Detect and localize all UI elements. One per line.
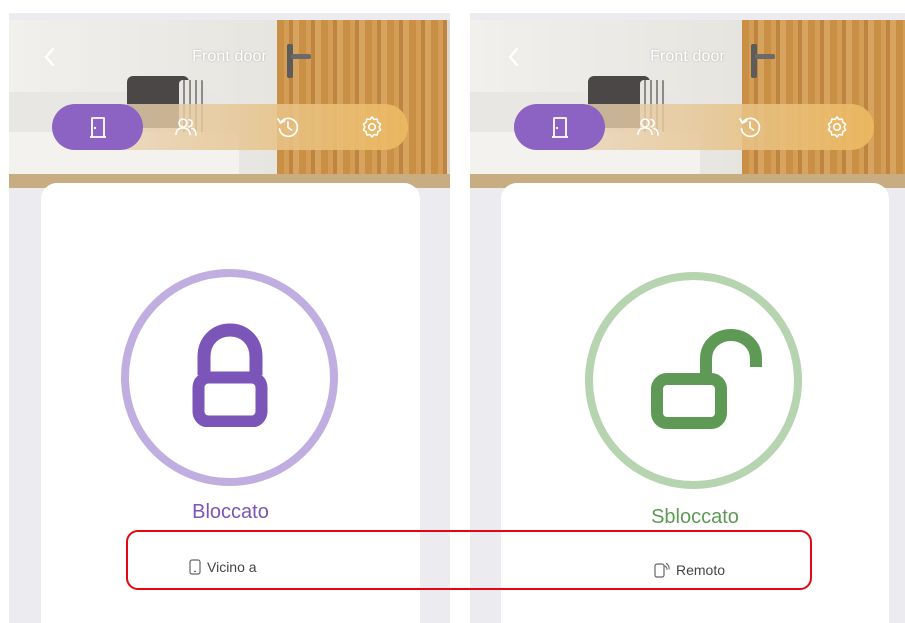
lock-status-label: Bloccato bbox=[192, 501, 269, 523]
tab-bar bbox=[52, 104, 408, 150]
history-icon bbox=[277, 117, 299, 138]
tab-users[interactable] bbox=[612, 104, 684, 150]
gear-icon bbox=[827, 116, 847, 138]
tab-door[interactable] bbox=[52, 104, 143, 150]
tab-history[interactable] bbox=[252, 104, 324, 150]
page-title: Front door bbox=[650, 48, 725, 65]
tab-door[interactable] bbox=[514, 104, 605, 150]
gear-icon bbox=[362, 116, 382, 138]
page-title: Front door bbox=[192, 48, 267, 65]
history-icon bbox=[739, 117, 761, 138]
lock-open-icon bbox=[651, 329, 762, 429]
tab-bar bbox=[514, 104, 874, 150]
door-icon bbox=[551, 117, 568, 138]
lock-status-label: Sbloccato bbox=[651, 506, 739, 528]
tab-users[interactable] bbox=[150, 104, 222, 150]
door-icon bbox=[89, 117, 106, 138]
lock-closed-icon bbox=[192, 323, 268, 427]
tab-settings[interactable] bbox=[801, 104, 873, 150]
tab-history[interactable] bbox=[714, 104, 786, 150]
users-icon bbox=[637, 118, 659, 136]
highlight-annotation bbox=[126, 530, 812, 590]
tab-settings[interactable] bbox=[336, 104, 408, 150]
users-icon bbox=[175, 118, 197, 136]
